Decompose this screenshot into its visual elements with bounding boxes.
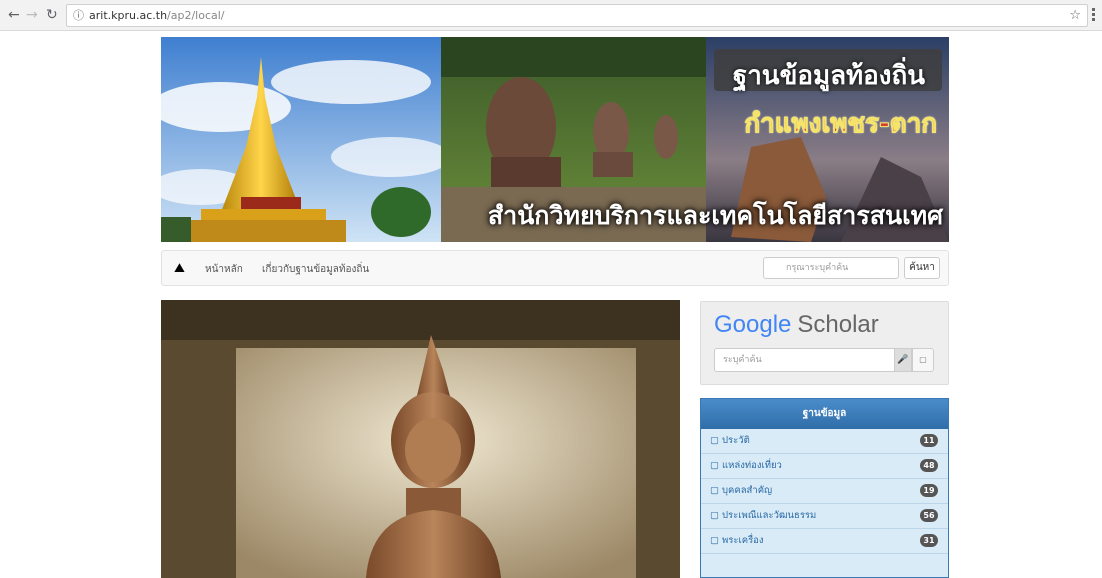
list-item[interactable]: ▢ พระเครื่อง 31	[701, 529, 948, 554]
count-badge: 11	[920, 434, 938, 447]
item-label: แหล่งท่องเที่ยว	[722, 460, 782, 471]
search-button[interactable]: ค้นหา	[904, 257, 940, 279]
reload-icon[interactable]: ↻	[46, 7, 58, 23]
list-item[interactable]: ▢ ประเพณีและวัฒนธรรม 56	[701, 504, 948, 529]
google-scholar-logo: Google Scholar	[714, 311, 879, 339]
item-label: บุคคลสำคัญ	[722, 485, 773, 496]
microphone-icon[interactable]: 🎤	[894, 348, 912, 372]
count-badge: 56	[920, 509, 938, 522]
top-navbar: ⛰ หน้าหลัก เกี่ยวกับฐานข้อมูลท้องถิ่น กร…	[161, 250, 949, 286]
info-icon[interactable]: ⓘ	[73, 5, 84, 26]
address-bar[interactable]: ⓘ arit.kpru.ac.th/ap2/local/ ☆	[66, 4, 1088, 27]
count-badge: 19	[920, 484, 938, 497]
list-item[interactable]: ▢ แหล่งท่องเที่ยว 48	[701, 454, 948, 479]
browser-toolbar: ← → ↻ ⓘ arit.kpru.ac.th/ap2/local/ ☆	[0, 0, 1102, 31]
item-label: ประวัติ	[722, 435, 750, 446]
url-path: /ap2/local/	[167, 9, 225, 22]
scholar-search-input[interactable]: ระบุคำค้น	[714, 348, 894, 372]
featured-artifact-image	[161, 300, 680, 578]
item-label: พระเครื่อง	[722, 535, 764, 546]
scholar-logo-text: Scholar	[797, 311, 879, 338]
panel-title: ฐานข้อมูล	[701, 399, 948, 429]
item-label: ประเพณีและวัฒนธรรม	[722, 510, 817, 521]
banner-subtitle: กำแพงเพชร-ตาก	[744, 109, 938, 140]
forward-icon[interactable]: →	[26, 7, 38, 23]
database-panel: ฐานข้อมูล ▢ ประวัติ 11 ▢ แหล่งท่องเที่ยว 4…	[700, 398, 949, 578]
site-logo-icon[interactable]: ⛰	[174, 261, 185, 276]
scholar-logo-google: Google	[714, 311, 792, 338]
back-icon[interactable]: ←	[8, 7, 20, 23]
list-item[interactable]: ▢ บุคคลสำคัญ 19	[701, 479, 948, 504]
url-host: arit.kpru.ac.th	[89, 9, 168, 22]
scholar-search-button[interactable]: ▢	[912, 348, 934, 372]
count-badge: 48	[920, 459, 938, 472]
bookmark-star-icon[interactable]: ☆	[1069, 5, 1081, 26]
header-banner: ฐานข้อมูลท้องถิ่น กำแพงเพชร-ตาก สำนักวิท…	[161, 37, 949, 242]
browser-menu-icon[interactable]	[1092, 8, 1098, 21]
list-item[interactable]: ▢ ประวัติ 11	[701, 429, 948, 454]
nav-home-link[interactable]: หน้าหลัก	[205, 262, 243, 277]
banner-title: ฐานข้อมูลท้องถิ่น	[732, 61, 925, 91]
search-input[interactable]: กรุณาระบุคำค้น	[763, 257, 899, 279]
nav-about-link[interactable]: เกี่ยวกับฐานข้อมูลท้องถิ่น	[262, 262, 369, 277]
google-scholar-box: Google Scholar ระบุคำค้น 🎤 ▢	[700, 301, 949, 385]
count-badge: 31	[920, 534, 938, 547]
banner-org-name: สำนักวิทยบริการและเทคโนโลยีสารสนเทศ	[487, 201, 943, 230]
